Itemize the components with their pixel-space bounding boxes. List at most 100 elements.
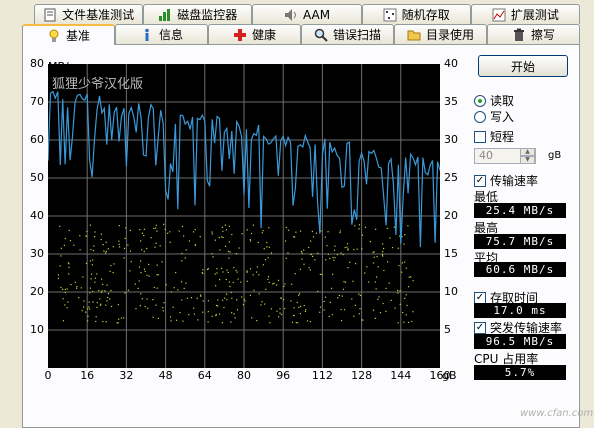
access-time-point [140,272,142,274]
radio-dot[interactable] [474,94,486,107]
access-time-point [172,306,174,308]
spin-up-icon[interactable]: ▲ [520,148,535,156]
checkbox-box[interactable]: ✓ [474,291,486,304]
access-time-point [287,252,289,254]
access-time-point [112,272,114,274]
tab-error-scan[interactable]: 错误扫描 [301,24,394,44]
access-time-point [309,320,312,323]
access-time-point [290,300,292,302]
access-time-point [89,260,92,262]
x-tick-label: 64 [197,369,212,382]
access-time-point [202,300,204,302]
access-time-point [141,232,144,234]
tab-label: 扩展测试 [510,8,559,22]
access-time-point [283,298,285,301]
radio-dot[interactable] [474,110,486,123]
access-time-point [347,249,349,251]
access-time-point [143,268,146,270]
access-time-point [347,248,349,250]
read-radio[interactable]: 读取 [474,92,514,109]
access-time-point [67,262,69,264]
access-time-point [228,225,230,227]
access-time-point [123,257,125,259]
access-time-point [118,240,120,242]
access-time-point [96,306,98,308]
access-time-point [118,318,120,320]
access-time-point [112,246,114,248]
access-time-point [270,252,273,254]
access-time-point [327,253,329,255]
access-time-point [329,257,331,260]
y-left-tick-label: 80 [30,57,44,70]
access-time-point [310,253,312,256]
tab-file-benchmark[interactable]: 文件基准测试 [34,4,144,24]
access-time-point [183,287,185,290]
transfer-rate-checkbox[interactable]: ✓ 传输速率 [474,172,538,189]
access-time-point [284,283,286,285]
access-time-point [67,301,69,303]
access-time-point [296,301,298,304]
access-time-point [281,313,283,316]
random-icon [383,8,397,22]
access-time-point [372,251,374,254]
bulb-icon [47,29,61,43]
access-time-point [358,293,360,295]
access-time-point [267,278,269,281]
access-time-point [230,321,232,323]
access-time-point [358,228,360,230]
y-left-tick-label: 20 [30,285,44,298]
access-time-point [246,271,248,273]
access-time-point [389,237,391,239]
access-time-point [276,310,278,312]
access-time-point [88,306,90,308]
cpu-value: 5.7% [474,365,566,380]
access-time-point [200,295,202,297]
access-time-point [323,309,325,311]
access-time-point [237,278,239,280]
access-time-point [407,321,410,324]
access-time-point [346,246,348,248]
tab-health[interactable]: 健康 [208,24,301,44]
access-time-point [381,254,384,256]
access-time-point [86,230,88,233]
access-time-point [146,274,148,276]
tab-aam[interactable]: AAM [252,4,362,24]
tab-label: 磁盘监控器 [177,8,238,22]
tab-erase[interactable]: 擦写 [487,24,580,44]
access-time-point [152,299,154,301]
write-radio[interactable]: 写入 [474,108,514,125]
tab-info[interactable]: 信息 [115,24,208,44]
short-stroke-checkbox[interactable]: 短程 [474,128,514,145]
y-left-tick-label: 50 [30,171,44,184]
access-time-point [157,274,160,276]
access-time-point [227,250,230,252]
access-time-point [211,231,213,233]
tab-random-access[interactable]: 随机存取 [361,4,471,24]
access-time-point [252,224,254,226]
checkbox-box[interactable]: ✓ [474,174,486,187]
access-time-point [144,305,146,308]
tab-folder-usage[interactable]: 目录使用 [394,24,487,44]
spin-down-icon[interactable]: ▼ [520,156,535,164]
x-tick-label: 144 [390,369,412,382]
checkbox-box[interactable]: ✓ [474,321,486,334]
access-time-point [249,268,252,270]
access-time-point [334,245,336,247]
tab-disk-monitor[interactable]: 磁盘监控器 [143,4,253,24]
access-time-point [89,224,91,226]
access-time-point [253,289,255,291]
tab-extra-tests[interactable]: 扩展测试 [470,4,581,24]
access-time-point [64,237,67,240]
access-time-point [216,272,218,274]
checkbox-box[interactable] [474,130,486,143]
access-time-point [124,237,126,240]
start-button[interactable]: 开始 [478,55,568,77]
access-time-point [90,249,92,251]
access-time-point [364,226,367,228]
tab-benchmark[interactable]: 基准 [22,24,115,45]
access-time-point [249,294,252,297]
magnifier-icon [314,28,328,42]
access-time-point [79,235,81,237]
access-time-point [185,249,187,251]
access-time-point [87,320,89,322]
